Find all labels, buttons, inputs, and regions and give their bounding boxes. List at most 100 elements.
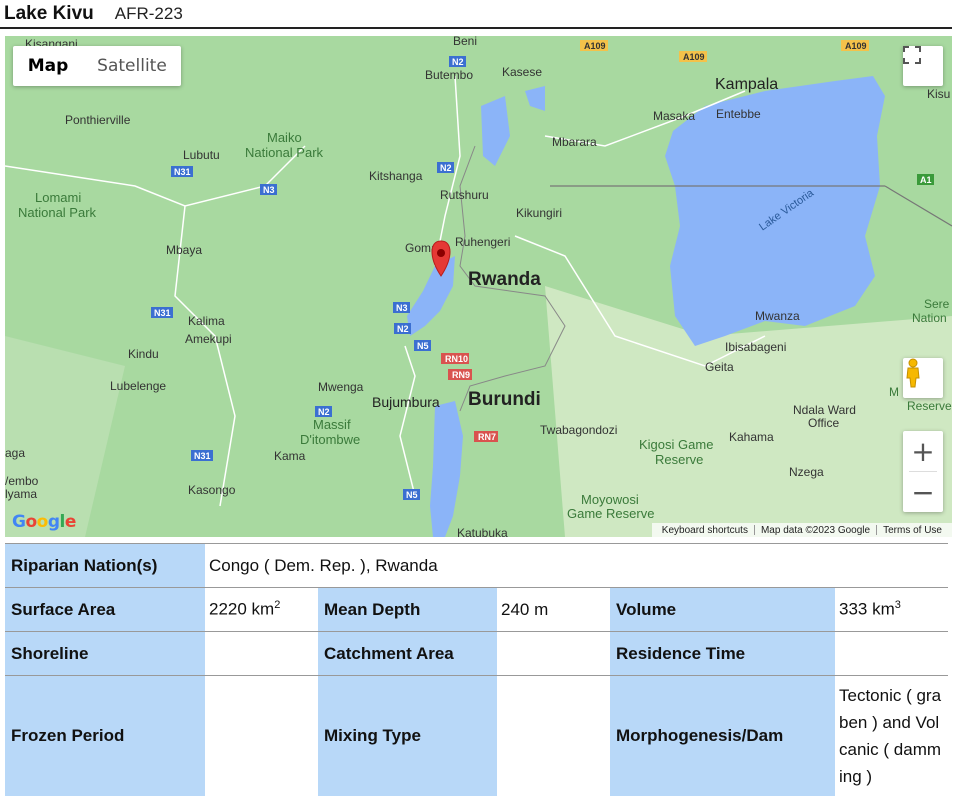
morphogenesis-value: Tectonic ( graben ) and Volcanic ( dammi… (835, 675, 948, 796)
place-wembo: /embo (5, 474, 39, 488)
mean-depth-value: 240 m (497, 587, 610, 632)
place-reserve: Reserve (907, 399, 952, 413)
place-maiko: Maiko (267, 130, 302, 145)
place-rwanda: Rwanda (468, 269, 541, 290)
road-n2-4: N2 (318, 407, 330, 417)
place-sere-nation: Nation (912, 311, 947, 325)
road-n3-1: N3 (263, 185, 275, 195)
terms-link[interactable]: Terms of Use (877, 525, 948, 536)
place-burundi: Burundi (468, 389, 541, 410)
place-itombwe: D'itombwe (300, 432, 360, 447)
place-kisu: Kisu (927, 87, 950, 101)
place-aga: aga (5, 446, 25, 460)
place-massif: Massif (313, 417, 351, 432)
road-n2-3: N2 (397, 324, 409, 334)
pegman-icon (906, 358, 920, 388)
place-mwanza: Mwanza (755, 309, 800, 323)
road-n5-1: N5 (417, 341, 429, 351)
keyboard-shortcuts-link[interactable]: Keyboard shortcuts (656, 525, 754, 536)
place-lubutu: Lubutu (183, 148, 220, 162)
table-row: Shoreline Catchment Area Residence Time (5, 631, 948, 676)
table-row: Surface Area 2220 km2 Mean Depth 240 m V… (5, 587, 948, 632)
place-kalima: Kalima (188, 314, 225, 328)
map-type-map-button[interactable]: Map (13, 46, 83, 86)
place-mwenga: Mwenga (318, 380, 364, 394)
surface-area-label: Surface Area (5, 587, 205, 632)
residence-time-value (835, 631, 948, 676)
riparian-value: Congo ( Dem. Rep. ), Rwanda (205, 543, 948, 588)
place-ponthierville: Ponthierville (65, 113, 131, 127)
table-row: Frozen Period Mixing Type Morphogenesis/… (5, 675, 948, 796)
road-rn7: RN7 (478, 432, 496, 442)
place-kahama: Kahama (729, 430, 774, 444)
shoreline-label: Shoreline (5, 631, 205, 676)
place-masaka: Masaka (653, 109, 695, 123)
lake-info-table: Riparian Nation(s) Congo ( Dem. Rep. ), … (5, 543, 948, 796)
place-lomami: Lomami (35, 190, 81, 205)
catchment-area-value (497, 631, 610, 676)
road-a1: A1 (920, 175, 932, 185)
lake-name: Lake Kivu (4, 3, 94, 24)
place-kama: Kama (274, 449, 306, 463)
place-kikungiri: Kikungiri (516, 206, 562, 220)
catchment-area-label: Catchment Area (318, 631, 497, 676)
zoom-in-button[interactable]: + (903, 431, 943, 471)
fullscreen-button[interactable] (903, 46, 943, 86)
map-attribution: Keyboard shortcuts Map data ©2023 Google… (651, 523, 952, 537)
place-beni: Beni (453, 36, 477, 48)
place-sere: Sere (924, 297, 950, 311)
street-view-button[interactable] (903, 358, 943, 398)
residence-time-label: Residence Time (610, 631, 835, 676)
road-rn10: RN10 (445, 354, 468, 364)
road-a109-3: A109 (845, 41, 867, 51)
map-type-satellite-button[interactable]: Satellite (83, 46, 181, 86)
page-header: Lake Kivu AFR-223 (0, 0, 952, 29)
road-n3-2: N3 (396, 303, 408, 313)
place-mbarara: Mbarara (552, 135, 597, 149)
place-ibisabageni: Ibisabageni (725, 340, 786, 354)
fullscreen-icon (903, 46, 921, 64)
place-kigosi: Kigosi Game (639, 437, 713, 452)
mixing-type-value (497, 675, 610, 796)
mean-depth-label: Mean Depth (318, 587, 497, 632)
road-n2-1: N2 (452, 57, 464, 67)
place-ruhengeri: Ruhengeri (455, 235, 510, 249)
place-lyama: lyama (5, 487, 37, 501)
place-twabagondozi: Twabagondozi (540, 423, 617, 437)
place-kasese: Kasese (502, 65, 542, 79)
place-maiko-park: National Park (245, 145, 324, 160)
place-rutshuru: Rutshuru (440, 188, 489, 202)
place-moyowosi: Moyowosi (581, 492, 639, 507)
place-lubelenge: Lubelenge (110, 379, 166, 393)
morphogenesis-label: Morphogenesis/Dam (610, 675, 835, 796)
shoreline-value (205, 631, 318, 676)
road-n31-3: N31 (194, 451, 211, 461)
zoom-control: + − (903, 431, 943, 512)
road-n5-2: N5 (406, 490, 418, 500)
lake-code: AFR-223 (114, 4, 183, 23)
place-moyowosi-reserve: Game Reserve (567, 506, 654, 521)
road-rn9: RN9 (452, 370, 470, 380)
volume-value: 333 km3 (835, 587, 948, 632)
volume-label: Volume (610, 587, 835, 632)
place-geita: Geita (705, 360, 734, 374)
place-kindu: Kindu (128, 347, 159, 361)
road-a109-1: A109 (584, 41, 606, 51)
place-ndala: Ndala Ward (793, 403, 856, 417)
surface-area-value: 2220 km2 (205, 587, 318, 632)
place-lomami-park: National Park (18, 205, 97, 220)
google-logo[interactable]: Google (12, 512, 76, 532)
place-kitshanga: Kitshanga (369, 169, 423, 183)
riparian-label: Riparian Nation(s) (5, 543, 205, 588)
road-a109-2: A109 (683, 52, 705, 62)
place-ndala-office: Office (808, 416, 839, 430)
place-butembo: Butembo (425, 68, 473, 82)
frozen-period-value (205, 675, 318, 796)
frozen-period-label: Frozen Period (5, 675, 205, 796)
place-kasongo: Kasongo (188, 483, 236, 497)
map-type-control: Map Satellite (13, 46, 181, 86)
zoom-out-button[interactable]: − (903, 472, 943, 512)
place-mbaya: Mbaya (166, 243, 202, 257)
map-view[interactable]: Kisangani Beni Butembo Kasese Kampala En… (5, 36, 952, 537)
mixing-type-label: Mixing Type (318, 675, 497, 796)
